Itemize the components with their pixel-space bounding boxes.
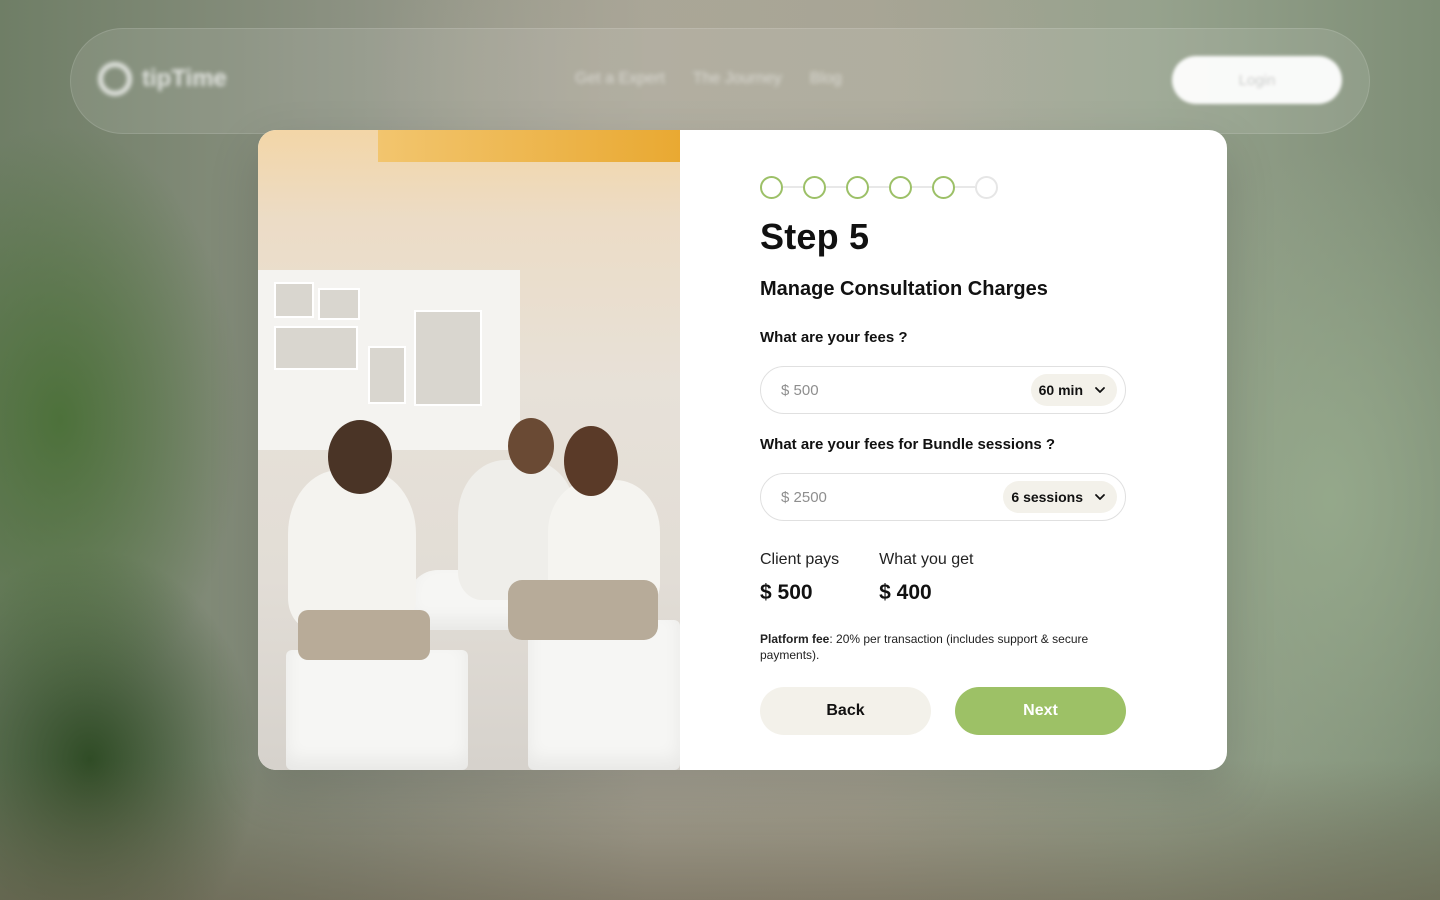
next-button[interactable]: Next (955, 687, 1126, 735)
form-panel: Step 5 Manage Consultation Charges What … (680, 130, 1227, 770)
photo-frame (274, 326, 358, 370)
background-nav-links: Get a Expert The Journey Blog (575, 70, 842, 88)
bundle-value[interactable]: $ 2500 (781, 489, 827, 506)
client-pays-label: Client pays (760, 551, 840, 568)
duration-select[interactable]: 60 min (1030, 374, 1117, 406)
nav-link: Blog (809, 70, 842, 87)
background-logo: tipTime (98, 62, 227, 96)
background-floor (0, 760, 1440, 900)
step-dot-completed (889, 175, 912, 199)
photo-projection-screen (258, 270, 520, 450)
fees-question: What are your fees ? (760, 329, 908, 346)
back-button[interactable]: Back (760, 687, 931, 735)
you-get-block: What you get $ 400 (879, 551, 973, 605)
form-actions: Back Next (760, 687, 1227, 735)
client-pays-block: Client pays $ 500 (760, 551, 839, 605)
photo-seat (528, 620, 680, 770)
step-connector (912, 186, 932, 188)
photo-seat (286, 650, 468, 770)
login-label: Login (1238, 71, 1276, 89)
client-pays-amount: $ 500 (760, 581, 813, 604)
fees-input[interactable]: $ 500 60 min (760, 366, 1126, 414)
photo-frame (274, 282, 314, 318)
fees-value[interactable]: $ 500 (781, 382, 819, 399)
step-connector (826, 186, 846, 188)
bundle-fees-input[interactable]: $ 2500 6 sessions (760, 473, 1126, 521)
step-dot-pending (975, 175, 998, 199)
platform-fee-label: Platform fee (760, 632, 830, 646)
nav-link: The Journey (692, 70, 782, 87)
you-get-amount: $ 400 (879, 581, 932, 604)
photo-person-head (508, 418, 554, 474)
step-dot-current (932, 175, 955, 199)
photo-person-legs (508, 580, 658, 640)
photo-frame (318, 288, 360, 320)
chevron-down-icon (1095, 387, 1105, 393)
photo-frame (414, 310, 482, 406)
step-connector (783, 186, 803, 188)
photo-frame (368, 346, 406, 404)
sessions-value: 6 sessions (1011, 489, 1083, 505)
nav-link: Get a Expert (575, 70, 665, 87)
logo-text: tipTime (142, 65, 227, 92)
onboarding-modal: Step 5 Manage Consultation Charges What … (258, 130, 1227, 770)
background-login-button: Login (1172, 56, 1342, 104)
step-dot-completed (760, 175, 783, 199)
step-progress (760, 175, 1227, 199)
photo-ceiling-light (378, 130, 680, 162)
chevron-down-icon (1095, 494, 1105, 500)
photo-person-head (328, 420, 392, 494)
photo-person-head (564, 426, 618, 496)
photo-person-legs (298, 610, 430, 660)
photo-person (288, 470, 416, 630)
step-connector (955, 186, 975, 188)
step-dot-completed (803, 175, 826, 199)
step-dot-completed (846, 175, 869, 199)
platform-fee-note: Platform fee: 20% per transaction (inclu… (760, 631, 1130, 663)
payment-summary: Client pays $ 500 What you get $ 400 (760, 551, 1227, 605)
duration-value: 60 min (1038, 382, 1083, 398)
team-meeting-photo (258, 130, 680, 770)
step-connector (869, 186, 889, 188)
sessions-select[interactable]: 6 sessions (1003, 481, 1117, 513)
step-subtitle: Manage Consultation Charges (760, 278, 1048, 300)
logo-ring-icon (98, 62, 132, 96)
step-title: Step 5 (760, 216, 870, 257)
you-get-label: What you get (879, 551, 974, 568)
bundle-question: What are your fees for Bundle sessions ? (760, 436, 1056, 453)
